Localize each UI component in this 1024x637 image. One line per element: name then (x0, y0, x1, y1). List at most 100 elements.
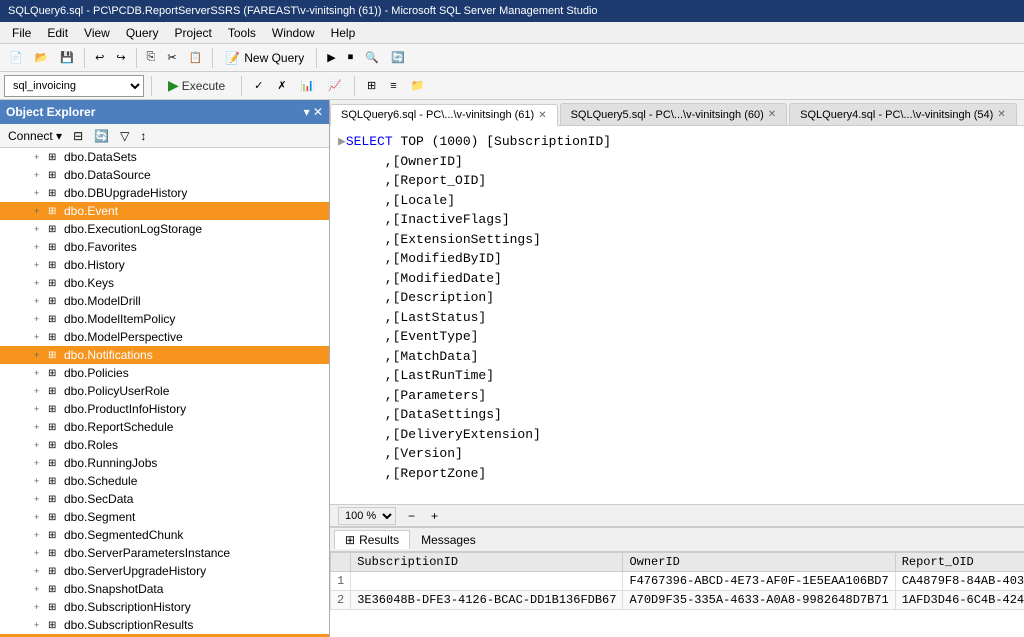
sql-line-10: ,[EventType] (338, 327, 1016, 347)
tree-item[interactable]: +⊞dbo.ServerUpgradeHistory (0, 562, 329, 580)
new-btn[interactable]: 📄 (4, 48, 28, 67)
copy-btn[interactable]: ⎘ (142, 48, 161, 67)
tab-close-btn[interactable]: ✕ (997, 109, 1005, 120)
table-icon: ⊞ (48, 548, 64, 559)
zoom-out-btn[interactable]: − (404, 507, 419, 525)
filter-btn[interactable]: 🔍 (360, 48, 384, 67)
results-tab-messages[interactable]: Messages (410, 530, 487, 549)
menu-file[interactable]: File (4, 24, 39, 42)
object-explorer-tree: +⊞dbo.DataSets+⊞dbo.DataSource+⊞dbo.DBUp… (0, 148, 329, 637)
query-tab-2[interactable]: SQLQuery4.sql - PC\...\v-vinitsingh (54)… (789, 103, 1017, 125)
report-oid-cell[interactable]: 1AFD3D46-6C4B-424B-9139-C9DB4702DB (895, 591, 1024, 610)
tree-item[interactable]: +⊞dbo.ServerParametersInstance (0, 544, 329, 562)
menu-view[interactable]: View (76, 24, 118, 42)
tree-item[interactable]: +⊞dbo.Segment (0, 508, 329, 526)
oe-filter-btn[interactable]: ▽ (116, 127, 133, 145)
oe-disconnect-btn[interactable]: ⊟ (69, 127, 87, 145)
redo-btn[interactable]: ↪ (111, 48, 130, 67)
tree-item[interactable]: +⊞dbo.PolicyUserRole (0, 382, 329, 400)
debug-btn[interactable]: ▶ (322, 48, 340, 67)
tree-item[interactable]: +⊞dbo.ExecutionLogStorage (0, 220, 329, 238)
menu-tools[interactable]: Tools (220, 24, 264, 42)
save-btn[interactable]: 💾 (55, 48, 79, 67)
results-grid-btn[interactable]: ⊞ (362, 76, 381, 95)
tree-item[interactable]: +⊞dbo.DataSets (0, 148, 329, 166)
tree-item-label: dbo.SegmentedChunk (64, 528, 183, 542)
owner-id-cell[interactable]: A70D9F35-335A-4633-A0A8-9982648D7B71 (623, 591, 895, 610)
new-query-button[interactable]: 📝 New Query (218, 48, 311, 68)
actual-plan-btn[interactable]: 📈 (323, 76, 347, 95)
tree-item[interactable]: +⊞dbo.Schedule (0, 472, 329, 490)
results-tab-results[interactable]: ⊞ Results (334, 530, 410, 549)
query-tab-0[interactable]: SQLQuery6.sql - PC\...\v-vinitsingh (61)… (330, 104, 558, 126)
oe-connect-btn[interactable]: Connect ▾ (4, 127, 66, 145)
tree-item[interactable]: +⊞dbo.ModelItemPolicy (0, 310, 329, 328)
new-query-icon: 📝 (225, 51, 240, 65)
subscription-id-cell[interactable]: 3E36048B-DFE3-4126-BCAC-DD1B136FDB67 (351, 591, 623, 610)
toolbar2: sql_invoicing ReportServer ReportServerS… (0, 72, 1024, 100)
show-plan-btn[interactable]: 📊 (296, 76, 320, 95)
tree-item[interactable]: +⊞dbo.SecData (0, 490, 329, 508)
tab-close-btn[interactable]: ✕ (538, 110, 546, 121)
results-file-btn[interactable]: 📁 (406, 76, 430, 95)
tree-item[interactable]: +⊞dbo.Notifications (0, 346, 329, 364)
tree-item[interactable]: +⊞dbo.DataSource (0, 166, 329, 184)
table-icon: ⊞ (48, 512, 64, 523)
report-oid-cell[interactable]: CA4879F8-84AB-4030-8291-7819655CF059 (895, 572, 1024, 591)
sql-line-7: ,[ModifiedDate] (338, 269, 1016, 289)
tree-item[interactable]: +⊞dbo.Policies (0, 364, 329, 382)
tree-item[interactable]: +⊞dbo.ProductInfoHistory (0, 400, 329, 418)
tree-item[interactable]: +⊞dbo.Favorites (0, 238, 329, 256)
undo-btn[interactable]: ↩ (90, 48, 109, 67)
tree-item[interactable]: +⊞dbo.Event (0, 202, 329, 220)
sql-line-9: ,[LastStatus] (338, 308, 1016, 328)
table-icon: ⊞ (48, 350, 64, 361)
tree-item[interactable]: +⊞dbo.SubscriptionHistory (0, 598, 329, 616)
menu-project[interactable]: Project (167, 24, 220, 42)
table-icon: ⊞ (48, 566, 64, 577)
expand-icon: + (34, 494, 48, 504)
cancel-query-btn[interactable]: ✗ (272, 76, 291, 95)
tree-item[interactable]: +⊞dbo.Keys (0, 274, 329, 292)
stop-btn[interactable]: ⏹ (343, 48, 359, 67)
subscription-id-cell[interactable]: 5B34FD73-803C-4EC3-8A0C-B93C635A108C (351, 572, 623, 591)
tree-item[interactable]: +⊞dbo.SegmentedChunk (0, 526, 329, 544)
results-grid[interactable]: SubscriptionID OwnerID Report_OID 15B34F… (330, 552, 1024, 637)
table-icon: ⊞ (48, 476, 64, 487)
refresh-btn[interactable]: 🔄 (386, 48, 410, 67)
paste-btn[interactable]: 📋 (184, 48, 208, 67)
zoom-selector[interactable]: 100 % 75 % 150 % (338, 507, 396, 525)
query-tab-1[interactable]: SQLQuery5.sql - PC\...\v-vinitsingh (60)… (560, 103, 788, 125)
menu-query[interactable]: Query (118, 24, 167, 42)
tree-item[interactable]: +⊞dbo.ModelDrill (0, 292, 329, 310)
parse-btn[interactable]: ✓ (249, 76, 268, 95)
tree-item[interactable]: +⊞dbo.SubscriptionResults (0, 616, 329, 634)
tree-item[interactable]: +⊞dbo.Roles (0, 436, 329, 454)
sql-line-17: ,[ReportZone] (338, 464, 1016, 484)
menu-edit[interactable]: Edit (39, 24, 76, 42)
tree-item[interactable]: +⊞dbo.SnapshotData (0, 580, 329, 598)
sql-line-13: ,[Parameters] (338, 386, 1016, 406)
query-editor[interactable]: ▶SELECT TOP (1000) [SubscriptionID] ,[Ow… (330, 126, 1024, 505)
database-selector[interactable]: sql_invoicing ReportServer ReportServerS… (4, 75, 144, 97)
results-text-btn[interactable]: ≡ (385, 77, 401, 95)
menu-window[interactable]: Window (264, 24, 323, 42)
cut-btn[interactable]: ✂ (162, 48, 181, 67)
oe-refresh-btn[interactable]: 🔄 (90, 127, 113, 145)
zoom-in-btn[interactable]: + (427, 507, 442, 525)
menu-help[interactable]: Help (323, 24, 364, 42)
tree-item[interactable]: +⊞dbo.ReportSchedule (0, 418, 329, 436)
execute-button[interactable]: ▶ Execute (159, 74, 234, 97)
tab-close-btn[interactable]: ✕ (768, 109, 776, 120)
open-btn[interactable]: 📂 (30, 48, 54, 67)
tree-item[interactable]: +⊞dbo.RunningJobs (0, 454, 329, 472)
tree-item-label: dbo.Roles (64, 438, 118, 452)
query-tab-label: SQLQuery5.sql - PC\...\v-vinitsingh (60) (571, 109, 764, 121)
table-row[interactable]: 23E36048B-DFE3-4126-BCAC-DD1B136FDB67A70… (331, 591, 1024, 610)
tree-item[interactable]: +⊞dbo.History (0, 256, 329, 274)
tree-item[interactable]: +⊞dbo.ModelPerspective (0, 328, 329, 346)
oe-collapse-btn[interactable]: ↕ (136, 127, 150, 145)
tree-item[interactable]: +⊞dbo.DBUpgradeHistory (0, 184, 329, 202)
table-row[interactable]: 15B34FD73-803C-4EC3-8A0C-B93C635A108CF47… (331, 572, 1024, 591)
owner-id-cell[interactable]: F4767396-ABCD-4E73-AF0F-1E5EAA106BD7 (623, 572, 895, 591)
